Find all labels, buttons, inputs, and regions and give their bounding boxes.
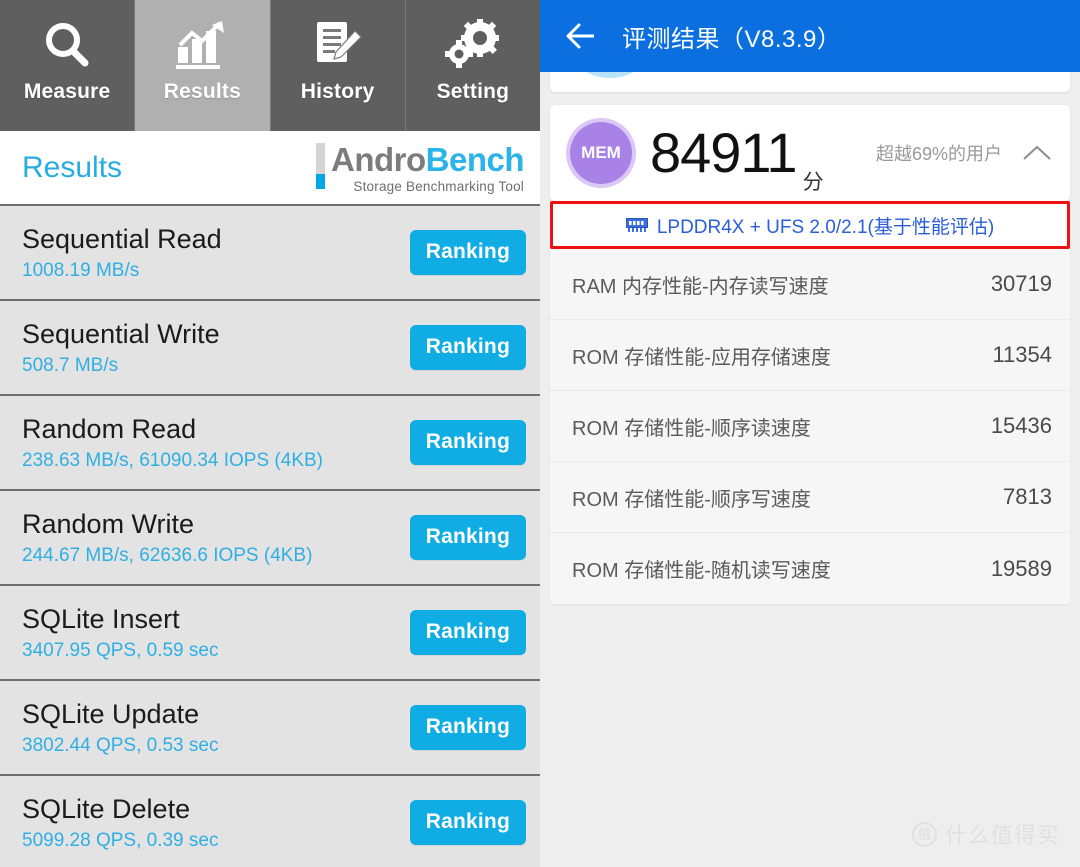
score-summary-row[interactable]: MEM 84911 分 超越69%的用户 [550,105,1070,201]
row-value: 3802.44 QPS, 0.53 sec [22,734,219,756]
previous-badge-icon [581,72,639,78]
gears-icon [444,14,502,76]
list-item[interactable]: RAM 内存性能-内存读写速度 30719 [550,249,1070,320]
table-row[interactable]: SQLite Insert 3407.95 QPS, 0.59 sec Rank… [0,584,540,679]
screenshot-root: Measure Results History Setting Results … [0,0,1080,867]
list-item[interactable]: ROM 存储性能-随机读写速度 19589 [550,533,1070,604]
tab-measure-label: Measure [23,80,111,103]
detail-label: ROM 存储性能-顺序写速度 [572,488,811,511]
table-row[interactable]: SQLite Delete 5099.28 QPS, 0.39 sec Rank… [0,774,540,867]
ranking-button[interactable]: Ranking [409,420,526,465]
mem-badge: MEM [570,122,632,184]
tab-setting-label: Setting [436,80,510,103]
list-item[interactable]: ROM 存储性能-应用存储速度 11354 [550,320,1070,391]
ranking-button[interactable]: Ranking [409,325,526,370]
tab-setting[interactable]: Setting [406,0,540,131]
magnifier-icon [41,14,93,76]
hardware-summary-highlight: LPDDR4X + UFS 2.0/2.1(基于性能评估) [550,201,1070,249]
score-value: 84911 [650,121,798,184]
detail-label: ROM 存储性能-随机读写速度 [572,560,831,582]
row-title: SQLite Update [22,698,200,729]
table-row[interactable]: Random Write 244.67 MB/s, 62636.6 IOPS (… [0,489,540,584]
document-pencil-icon [311,14,365,76]
app-header: 评测结果（V8.3.9） [540,0,1080,72]
tab-measure[interactable]: Measure [0,0,136,131]
table-row[interactable]: SQLite Update 3802.44 QPS, 0.53 sec Rank… [0,679,540,774]
ram-module-icon [625,217,648,233]
row-value: 244.67 MB/s, 62636.6 IOPS (4KB) [22,544,313,566]
tab-bar: Measure Results History Setting [0,0,540,131]
row-title: SQLite Insert [22,603,180,634]
logo-part-bench: Bench [425,141,525,178]
row-title: Random Read [22,413,197,444]
row-value: 3407.95 QPS, 0.59 sec [22,639,219,661]
detail-value: 30719 [990,271,1052,296]
previous-score-card-peek[interactable] [550,72,1070,92]
bar-chart-icon [174,14,230,76]
list-item[interactable]: ROM 存储性能-顺序读速度 15436 [550,391,1070,462]
logo-accent-bar [315,143,325,189]
watermark-logo-icon: 值 [911,821,937,847]
table-row[interactable]: Random Read 238.63 MB/s, 61090.34 IOPS (… [0,394,540,489]
logo-part-andro: Andro [330,141,426,178]
row-title: SQLite Delete [22,793,191,824]
androbench-panel: Measure Results History Setting Results … [0,0,540,867]
score-unit: 分 [802,171,824,194]
benchmark-app-panel: 评测结果（V8.3.9） MEM 84911 分 超越69%的用户 LPDDR4… [540,0,1080,867]
chevron-up-icon[interactable] [1020,136,1054,170]
ranking-button[interactable]: Ranking [409,705,526,750]
detail-label: RAM 内存性能-内存读写速度 [572,275,829,298]
logo-tagline: Storage Benchmarking Tool [353,179,524,194]
row-title: Sequential Read [22,223,222,254]
row-title: Sequential Write [22,318,220,349]
back-arrow-icon[interactable] [564,19,598,53]
hardware-summary-text: LPDDR4X + UFS 2.0/2.1(基于性能评估) [656,216,995,238]
ranking-button[interactable]: Ranking [409,230,526,275]
tab-results-label: Results [163,80,241,103]
ranking-button[interactable]: Ranking [409,800,526,845]
table-row[interactable]: Sequential Read 1008.19 MB/s Ranking [0,204,540,299]
detail-value: 11354 [992,342,1052,367]
score-percentile: 超越69%的用户 [875,144,1002,164]
list-item[interactable]: ROM 存储性能-顺序写速度 7813 [550,462,1070,533]
row-value: 508.7 MB/s [22,354,119,376]
detail-value: 7813 [1003,484,1052,509]
detail-value: 15436 [990,413,1052,438]
ranking-button[interactable]: Ranking [409,515,526,560]
benchmark-result-list: Sequential Read 1008.19 MB/s Ranking Seq… [0,204,540,867]
watermark: 值 什么值得买 [911,818,1060,850]
tab-results[interactable]: Results [135,0,271,131]
detail-value: 19589 [990,555,1052,581]
row-value: 1008.19 MB/s [22,259,140,281]
tab-history-label: History [300,80,375,103]
page-title: Results [22,150,123,184]
watermark-text: 什么值得买 [944,823,1060,848]
row-value: 238.63 MB/s, 61090.34 IOPS (4KB) [22,449,324,471]
detail-label: ROM 存储性能-顺序读速度 [572,417,811,440]
ranking-button[interactable]: Ranking [409,610,526,655]
tab-history[interactable]: History [271,0,406,131]
table-row[interactable]: Sequential Write 508.7 MB/s Ranking [0,299,540,394]
mem-score-card: MEM 84911 分 超越69%的用户 [550,105,1070,201]
androbench-logo: AndroBench Storage Benchmarking Tool [315,141,525,194]
detail-label: ROM 存储性能-应用存储速度 [572,346,831,369]
row-value: 5099.28 QPS, 0.39 sec [22,829,219,851]
app-title: 评测结果（V8.3.9） [622,25,842,53]
results-header: Results AndroBench Storage Benchmarking … [0,131,540,204]
detail-score-list: RAM 内存性能-内存读写速度 30719 ROM 存储性能-应用存储速度 11… [550,249,1070,604]
row-title: Random Write [22,508,195,539]
